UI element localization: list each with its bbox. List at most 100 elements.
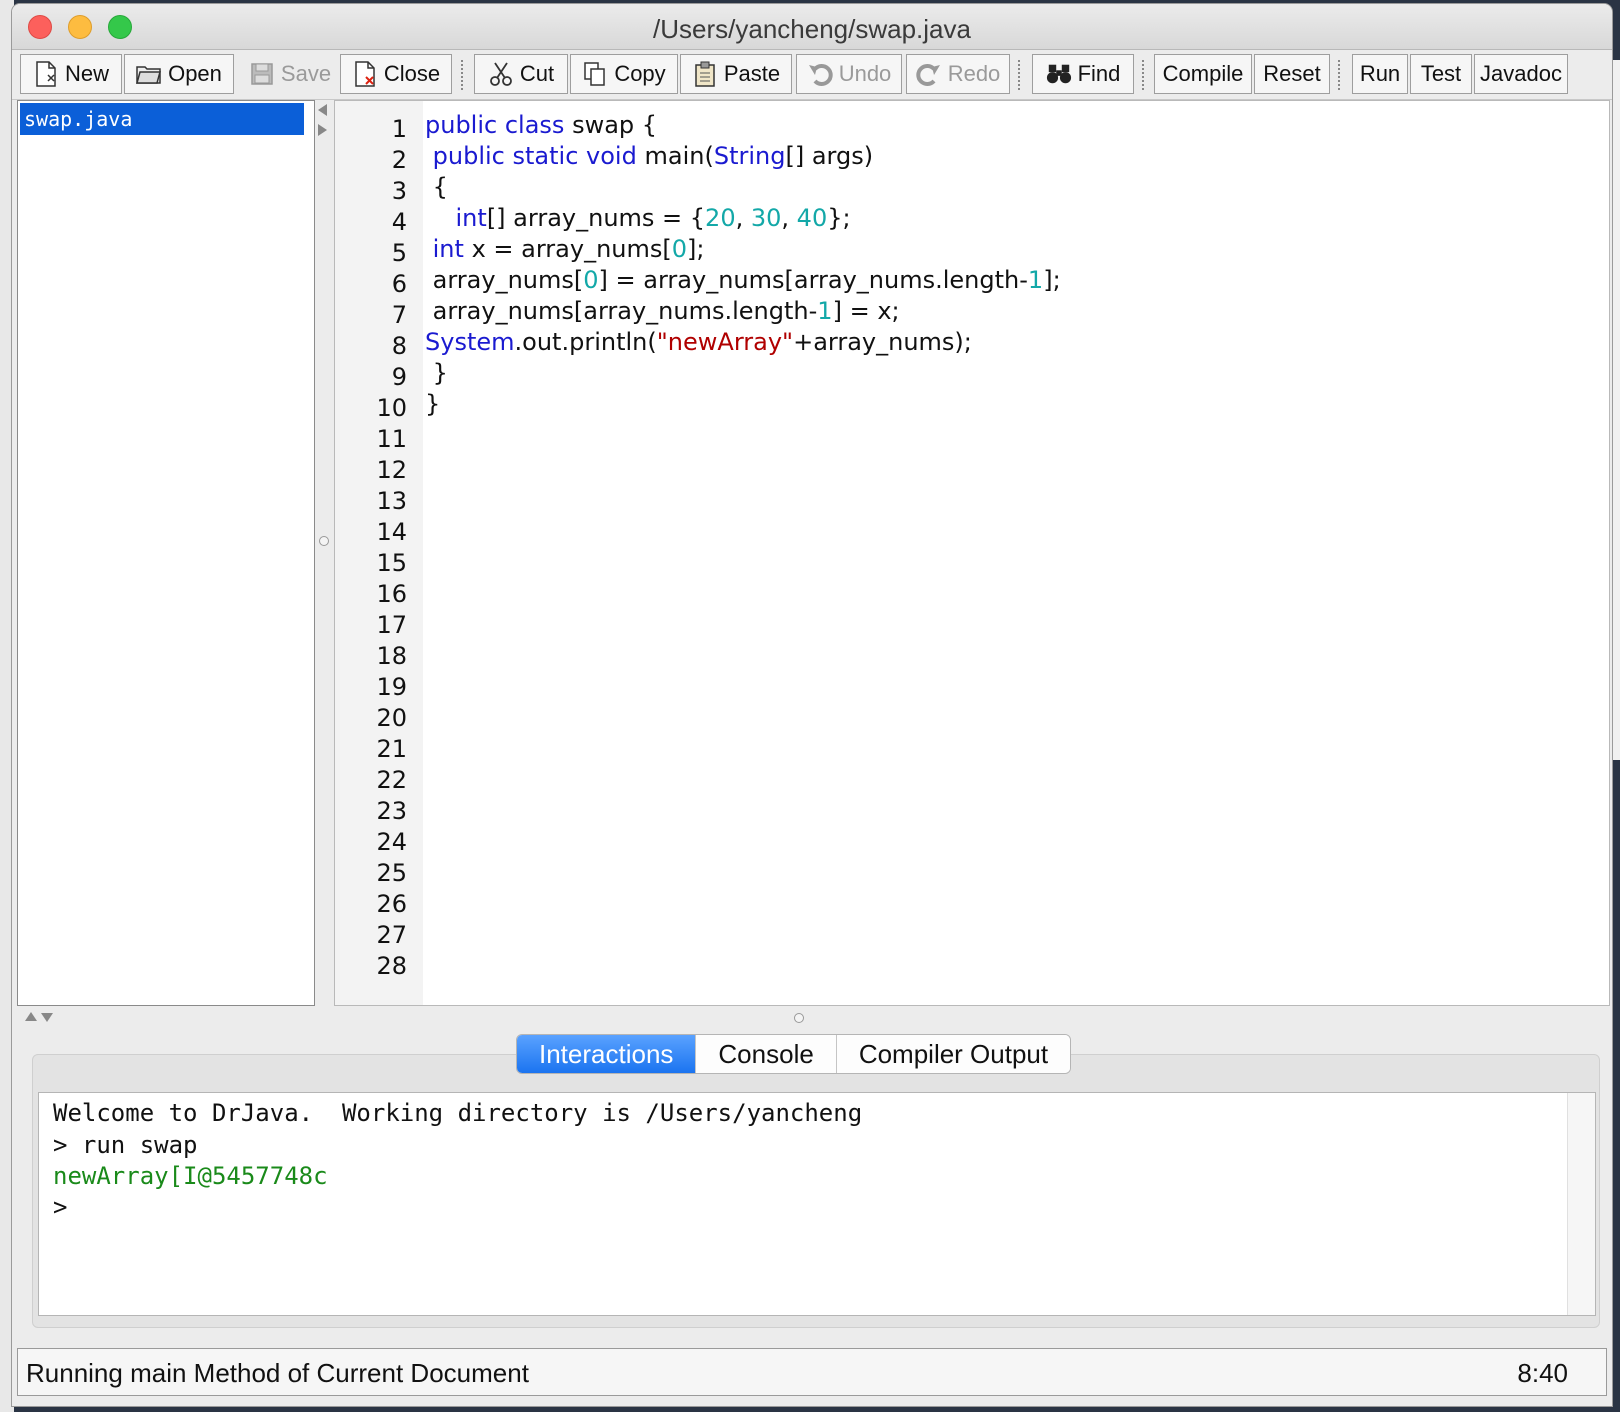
console-prompt[interactable]: > bbox=[53, 1193, 67, 1221]
undo-button-label: Undo bbox=[838, 61, 892, 86]
line-number: 7 bbox=[391, 301, 407, 329]
copy-icon bbox=[582, 61, 608, 87]
close-file-icon bbox=[352, 61, 378, 87]
line-number-gutter: 1 2 3 4 5 6 7 8 9 10 11 12 13 14 15 16 17 18 19 20 21 22 23 24 2… bbox=[335, 101, 423, 1005]
line-number: 26 bbox=[376, 890, 407, 918]
document-item-swap-java[interactable]: swap.java bbox=[20, 103, 304, 135]
new-button[interactable]: New bbox=[20, 54, 122, 94]
binoculars-icon bbox=[1046, 61, 1072, 87]
line-number: 15 bbox=[376, 549, 407, 577]
run-button[interactable]: Run bbox=[1352, 54, 1408, 94]
line-number: 9 bbox=[391, 363, 407, 391]
open-button[interactable]: Open bbox=[124, 54, 234, 94]
save-button-label: Save bbox=[280, 61, 332, 86]
toolbar-separator bbox=[461, 60, 463, 90]
cut-button-label: Cut bbox=[519, 61, 555, 86]
code-line[interactable]: System.out.println("newArray"+array_nums… bbox=[425, 328, 972, 356]
code-line[interactable]: public static void main(String[] args) bbox=[425, 142, 873, 170]
code-line[interactable]: } bbox=[425, 359, 448, 387]
toolbar-separator bbox=[1018, 60, 1020, 90]
line-number: 8 bbox=[391, 332, 407, 360]
close-button-label: Close bbox=[383, 61, 441, 86]
cut-button[interactable]: Cut bbox=[474, 54, 568, 94]
compile-button[interactable]: Compile bbox=[1154, 54, 1252, 94]
line-number: 17 bbox=[376, 611, 407, 639]
status-bar: Running main Method of Current Document … bbox=[17, 1348, 1607, 1396]
line-number: 19 bbox=[376, 673, 407, 701]
save-disk-icon bbox=[249, 61, 275, 87]
line-number: 24 bbox=[376, 828, 407, 856]
toolbar-separator bbox=[1142, 60, 1144, 90]
copy-button-label: Copy bbox=[614, 61, 666, 86]
window-title: /Users/yancheng/swap.java bbox=[653, 14, 971, 44]
undo-button[interactable]: Undo bbox=[796, 54, 902, 94]
line-number: 2 bbox=[391, 146, 407, 174]
line-number: 20 bbox=[376, 704, 407, 732]
splitter-handle-icon[interactable] bbox=[319, 536, 329, 546]
expand-right-icon[interactable] bbox=[318, 124, 327, 136]
redo-button[interactable]: Redo bbox=[906, 54, 1010, 94]
line-number: 12 bbox=[376, 456, 407, 484]
tab-interactions[interactable]: Interactions bbox=[517, 1035, 697, 1073]
expand-up-icon[interactable] bbox=[25, 1012, 37, 1021]
line-number: 21 bbox=[376, 735, 407, 763]
line-number: 10 bbox=[376, 394, 407, 422]
javadoc-button[interactable]: Javadoc bbox=[1474, 54, 1568, 94]
test-button[interactable]: Test bbox=[1410, 54, 1472, 94]
find-button[interactable]: Find bbox=[1032, 54, 1134, 94]
run-button-label: Run bbox=[1359, 61, 1401, 86]
code-line[interactable]: } bbox=[425, 390, 440, 418]
close-button[interactable]: Close bbox=[340, 54, 452, 94]
line-number: 14 bbox=[376, 518, 407, 546]
toolbar-separator bbox=[1338, 60, 1340, 90]
paste-button[interactable]: Paste bbox=[680, 54, 792, 94]
title-bar: /Users/yancheng/swap.java bbox=[12, 4, 1612, 50]
line-number: 13 bbox=[376, 487, 407, 515]
interactions-pane[interactable]: Welcome to DrJava. Working directory is … bbox=[38, 1092, 1596, 1316]
line-number: 28 bbox=[376, 952, 407, 980]
tab-console[interactable]: Console bbox=[696, 1035, 837, 1073]
splitter-handle-icon[interactable] bbox=[794, 1013, 804, 1023]
code-line[interactable]: int x = array_nums[0]; bbox=[425, 235, 705, 263]
vertical-splitter[interactable] bbox=[316, 100, 334, 1006]
tab-compiler-output[interactable]: Compiler Output bbox=[836, 1035, 1071, 1073]
line-number: 16 bbox=[376, 580, 407, 608]
code-line[interactable]: array_nums[array_nums.length-1] = x; bbox=[425, 297, 900, 325]
horizontal-splitter[interactable] bbox=[17, 1006, 1607, 1030]
line-number: 18 bbox=[376, 642, 407, 670]
code-line[interactable]: array_nums[0] = array_nums[array_nums.le… bbox=[425, 266, 1061, 294]
save-button[interactable]: Save bbox=[244, 54, 336, 94]
new-button-label: New bbox=[64, 61, 109, 86]
drjava-window: /Users/yancheng/swap.java New Open Save bbox=[12, 4, 1612, 1406]
open-folder-icon bbox=[136, 61, 162, 87]
find-button-label: Find bbox=[1077, 61, 1121, 86]
reset-button[interactable]: Reset bbox=[1254, 54, 1330, 94]
copy-button[interactable]: Copy bbox=[570, 54, 678, 94]
compile-button-label: Compile bbox=[1162, 61, 1244, 86]
code-line[interactable]: { bbox=[425, 173, 448, 201]
line-number: 22 bbox=[376, 766, 407, 794]
redo-icon bbox=[916, 61, 942, 87]
redo-button-label: Redo bbox=[947, 61, 1001, 86]
clipboard-icon bbox=[692, 61, 718, 87]
line-number: 3 bbox=[391, 177, 407, 205]
console-line: Welcome to DrJava. Working directory is … bbox=[53, 1099, 863, 1127]
line-number: 11 bbox=[376, 425, 407, 453]
line-number: 6 bbox=[391, 270, 407, 298]
collapse-left-icon[interactable] bbox=[318, 104, 327, 116]
status-message: Running main Method of Current Document bbox=[26, 1358, 529, 1388]
code-editor[interactable]: 1 2 3 4 5 6 7 8 9 10 11 12 13 14 15 16 17 18 19 20 21 22 23 24 2… bbox=[334, 100, 1610, 1006]
line-number: 23 bbox=[376, 797, 407, 825]
cursor-position: 8:40 bbox=[1517, 1358, 1568, 1388]
code-line[interactable]: public class swap { bbox=[425, 111, 657, 139]
javadoc-button-label: Javadoc bbox=[1480, 61, 1562, 86]
bottom-tab-bar: Interactions Console Compiler Output bbox=[516, 1034, 1072, 1074]
undo-icon bbox=[807, 61, 833, 87]
toolbar: New Open Save Close Cut Copy Paste Undo … bbox=[12, 50, 1612, 100]
line-number: 5 bbox=[391, 239, 407, 267]
scissors-icon bbox=[488, 61, 514, 87]
console-scrollbar[interactable] bbox=[1567, 1093, 1595, 1315]
line-number: 27 bbox=[376, 921, 407, 949]
collapse-down-icon[interactable] bbox=[41, 1013, 53, 1022]
code-line[interactable]: int[] array_nums = {20, 30, 40}; bbox=[425, 204, 851, 232]
